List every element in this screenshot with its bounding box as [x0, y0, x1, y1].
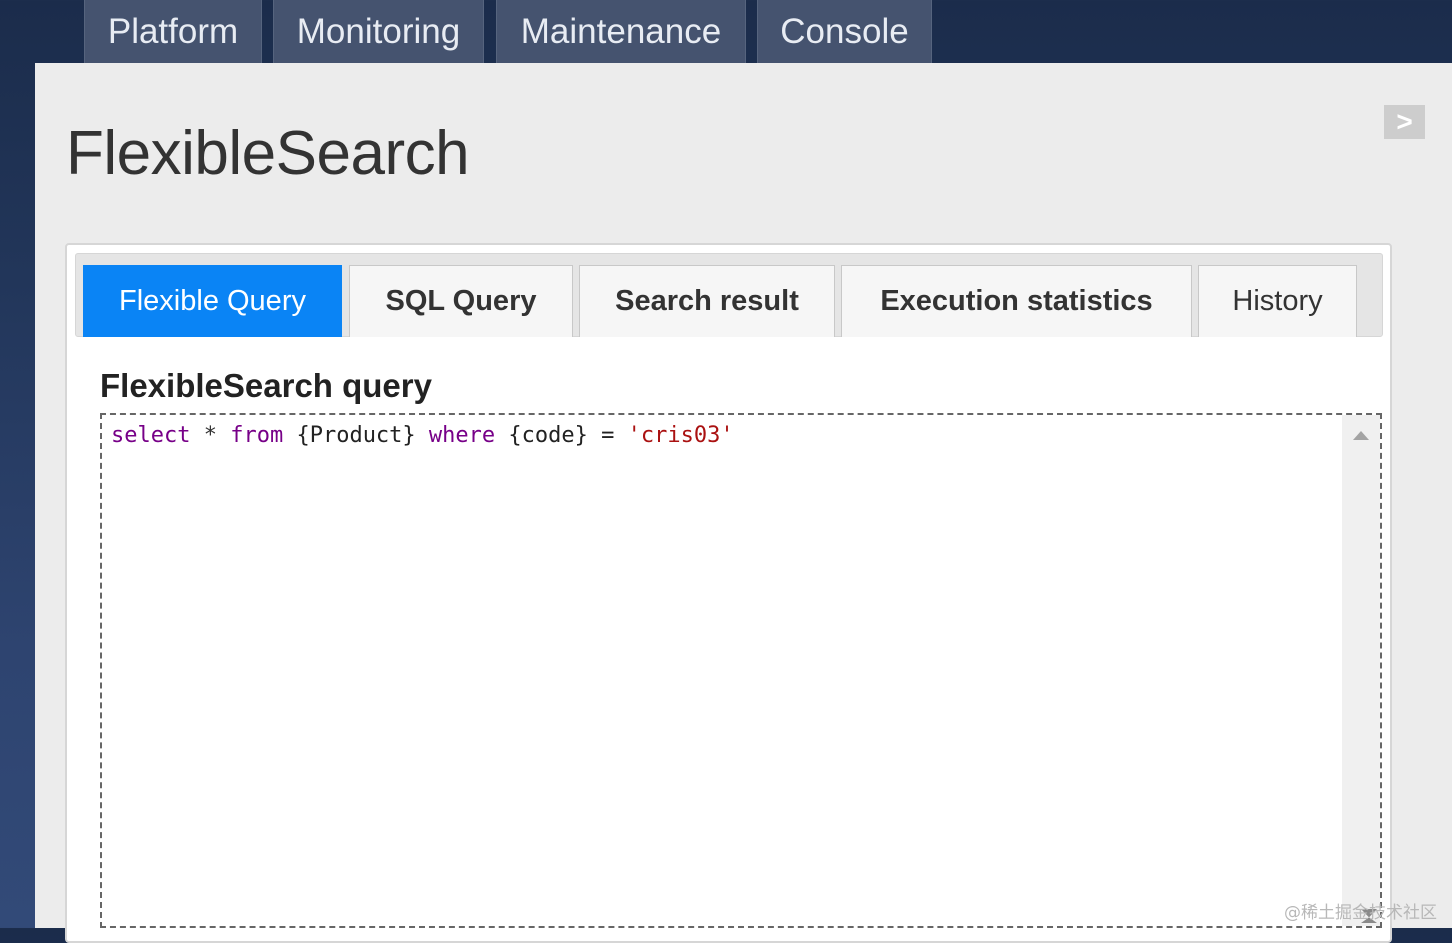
nav-tab-monitoring[interactable]: Monitoring: [273, 0, 484, 63]
query-section-heading: FlexibleSearch query: [100, 367, 432, 404]
tab-search-result[interactable]: Search result: [579, 265, 835, 337]
watermark: @稀土掘金技术社区: [1284, 903, 1437, 923]
editor-scrollbar[interactable]: [1342, 415, 1380, 926]
scroll-up-arrow-icon[interactable]: [1353, 431, 1369, 440]
tab-execution-statistics[interactable]: Execution statistics: [841, 265, 1192, 337]
query-editor[interactable]: select * from {Product} where {code} = '…: [100, 413, 1382, 928]
nav-tab-maintenance[interactable]: Maintenance: [496, 0, 746, 63]
keyword-select: select: [111, 423, 191, 448]
tab-history[interactable]: History: [1198, 265, 1357, 337]
code-condition: {code} =: [495, 423, 628, 448]
keyword-where: where: [428, 423, 496, 448]
nav-tab-platform[interactable]: Platform: [84, 0, 262, 63]
keyword-from: from: [230, 423, 284, 448]
nav-tab-console[interactable]: Console: [757, 0, 932, 63]
tab-flexible-query[interactable]: Flexible Query: [83, 265, 342, 337]
page-title: FlexibleSearch: [66, 119, 470, 188]
tab-sql-query[interactable]: SQL Query: [349, 265, 573, 337]
code-operator: *: [190, 423, 231, 448]
query-code-line[interactable]: select * from {Product} where {code} = '…: [111, 423, 734, 448]
code-string-value: 'cris03': [627, 423, 734, 448]
collapse-sidebar-button[interactable]: >: [1384, 105, 1425, 139]
tab-bar: Flexible Query SQL Query Search result E…: [75, 253, 1383, 337]
flexible-search-card: Flexible Query SQL Query Search result E…: [65, 243, 1392, 943]
code-table: {Product}: [283, 423, 429, 448]
top-navigation: Platform Monitoring Maintenance Console: [0, 0, 1452, 63]
main-panel: FlexibleSearch > Flexible Query SQL Quer…: [35, 63, 1452, 943]
